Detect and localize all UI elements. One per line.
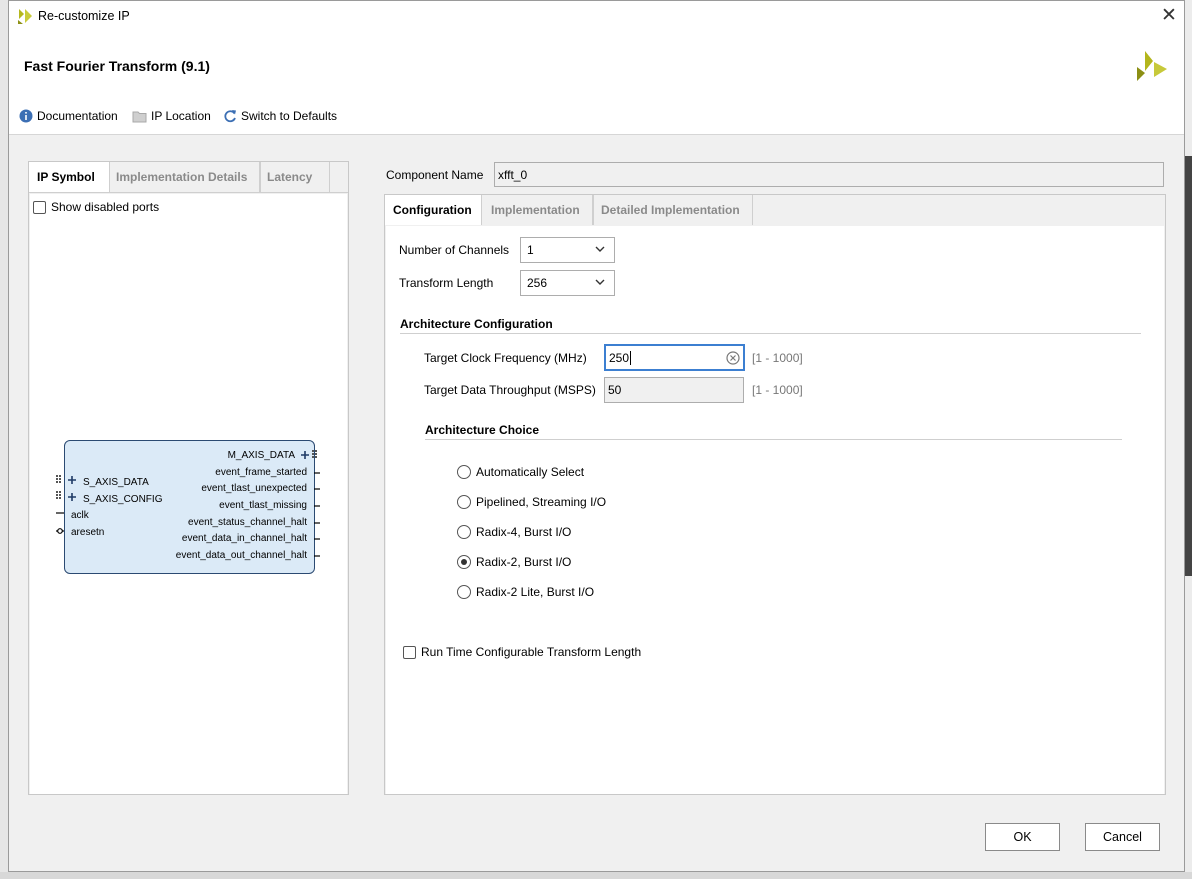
switch-defaults-label: Switch to Defaults xyxy=(241,109,338,123)
documentation-label: Documentation xyxy=(37,109,118,123)
show-disabled-ports-label: Show disabled ports xyxy=(51,200,160,214)
dialog-header: Fast Fourier Transform (9.1) xyxy=(9,33,1184,99)
tab-implementation[interactable]: Implementation xyxy=(481,195,593,225)
channels-select[interactable]: 1 xyxy=(520,237,615,263)
ok-button[interactable]: OK xyxy=(985,823,1060,851)
channels-label: Number of Channels xyxy=(399,243,510,257)
ip-title: Fast Fourier Transform (9.1) xyxy=(24,58,210,74)
port-event-status-channel-halt: event_status_channel_halt xyxy=(188,517,307,528)
target-throughput-input[interactable]: 50 xyxy=(604,377,744,403)
radio-label: Pipelined, Streaming I/O xyxy=(476,495,607,509)
radio-label: Automatically Select xyxy=(476,465,585,479)
target-throughput-label: Target Data Throughput (MSPS) xyxy=(424,383,596,397)
tab-ip-symbol[interactable]: IP Symbol xyxy=(29,162,109,192)
port-aresetn: aresetn xyxy=(71,527,105,538)
window-title: Re-customize IP xyxy=(38,9,130,23)
info-icon xyxy=(19,109,33,123)
switch-to-defaults-button[interactable]: Switch to Defaults xyxy=(223,109,337,123)
background-window-left xyxy=(0,0,8,879)
section-divider xyxy=(425,439,1122,440)
background-scrollbar xyxy=(1185,156,1192,576)
transform-length-label: Transform Length xyxy=(399,276,494,290)
section-divider xyxy=(400,333,1141,334)
runtime-configurable-length-checkbox[interactable]: Run Time Configurable Transform Length xyxy=(403,645,641,659)
transform-length-value: 256 xyxy=(527,276,548,290)
toolbar: Documentation IP Location Switch to Defa… xyxy=(9,99,1184,135)
target-clock-value: 250 xyxy=(609,351,630,365)
port-event-tlast-missing: event_tlast_missing xyxy=(219,500,307,511)
architecture-choice-header: Architecture Choice xyxy=(425,423,540,437)
port-s-axis-config: S_AXIS_CONFIG xyxy=(83,494,163,505)
configuration-content: Number of Channels 1 Transform Length 25… xyxy=(386,226,1164,794)
target-clock-label: Target Clock Frequency (MHz) xyxy=(424,351,587,365)
tab-detailed-implementation[interactable]: Detailed Implementation xyxy=(593,195,753,225)
target-clock-range: [1 - 1000] xyxy=(752,351,803,365)
component-name-field[interactable]: xfft_0 xyxy=(494,162,1164,187)
recustomize-ip-dialog: Re-customize IP ✕ Fast Fourier Transform… xyxy=(8,0,1185,872)
radio-radix2-burst[interactable]: Radix-2, Burst I/O xyxy=(457,555,571,569)
port-event-data-out-channel-halt: event_data_out_channel_halt xyxy=(175,550,307,561)
radio-pipelined-streaming[interactable]: Pipelined, Streaming I/O xyxy=(457,495,606,509)
port-s-axis-data: S_AXIS_DATA xyxy=(83,477,149,488)
chevron-down-icon xyxy=(595,279,605,285)
vivado-logo-icon xyxy=(18,9,32,24)
radio-radix4-burst[interactable]: Radix-4, Burst I/O xyxy=(457,525,571,539)
port-event-tlast-unexpected: event_tlast_unexpected xyxy=(201,483,307,494)
text-caret xyxy=(630,351,632,365)
radio-icon xyxy=(457,495,471,509)
radio-label: Radix-4, Burst I/O xyxy=(476,525,572,539)
ip-location-button[interactable]: IP Location xyxy=(132,109,211,123)
ip-location-label: IP Location xyxy=(151,109,211,123)
background-window-bottom xyxy=(0,872,1192,879)
runtime-configurable-label: Run Time Configurable Transform Length xyxy=(421,645,642,659)
show-disabled-ports-checkbox[interactable]: Show disabled ports xyxy=(33,200,159,214)
transform-length-select[interactable]: 256 xyxy=(520,270,615,296)
radio-icon xyxy=(457,585,471,599)
tab-latency[interactable]: Latency xyxy=(260,162,330,192)
cancel-button[interactable]: Cancel xyxy=(1085,823,1160,851)
checkbox-icon xyxy=(403,645,416,659)
radio-icon xyxy=(457,465,471,479)
right-tab-bar: Configuration Implementation Detailed Im… xyxy=(385,195,1165,226)
chevron-down-icon xyxy=(595,246,605,252)
ip-symbol-area: Show disabled ports S_AXIS_DATA S_AXIS_C… xyxy=(30,194,347,794)
configuration-panel: Configuration Implementation Detailed Im… xyxy=(384,194,1166,795)
refresh-icon xyxy=(224,110,236,123)
tab-configuration[interactable]: Configuration xyxy=(385,195,481,225)
channels-value: 1 xyxy=(527,243,534,257)
radio-automatically-select[interactable]: Automatically Select xyxy=(457,465,584,479)
radio-icon xyxy=(457,525,471,539)
xilinx-logo-icon xyxy=(1137,51,1167,81)
architecture-configuration-header: Architecture Configuration xyxy=(400,317,553,331)
component-name-label: Component Name xyxy=(386,168,484,182)
port-m-axis-data: M_AXIS_DATA xyxy=(227,450,295,461)
radio-radix2-lite-burst[interactable]: Radix-2 Lite, Burst I/O xyxy=(457,585,594,599)
target-clock-input[interactable]: 250 xyxy=(604,344,745,371)
close-icon[interactable]: ✕ xyxy=(1161,4,1177,27)
radio-selected-icon xyxy=(457,555,471,569)
ip-symbol-panel: IP Symbol Implementation Details Latency… xyxy=(28,161,349,795)
checkbox-icon xyxy=(33,200,46,214)
target-throughput-range: [1 - 1000] xyxy=(752,383,803,397)
folder-icon xyxy=(132,111,147,122)
port-event-data-in-channel-halt: event_data_in_channel_halt xyxy=(181,533,307,544)
documentation-button[interactable]: Documentation xyxy=(19,109,118,123)
left-tab-bar: IP Symbol Implementation Details Latency xyxy=(29,162,348,193)
tab-implementation-details[interactable]: Implementation Details xyxy=(109,162,260,192)
port-event-frame-started: event_frame_started xyxy=(215,467,307,478)
radio-label: Radix-2, Burst I/O xyxy=(476,555,572,569)
port-aclk: aclk xyxy=(71,510,89,521)
title-bar: Re-customize IP ✕ xyxy=(9,1,1184,33)
radio-label: Radix-2 Lite, Burst I/O xyxy=(476,585,595,599)
clear-icon[interactable] xyxy=(726,351,740,365)
